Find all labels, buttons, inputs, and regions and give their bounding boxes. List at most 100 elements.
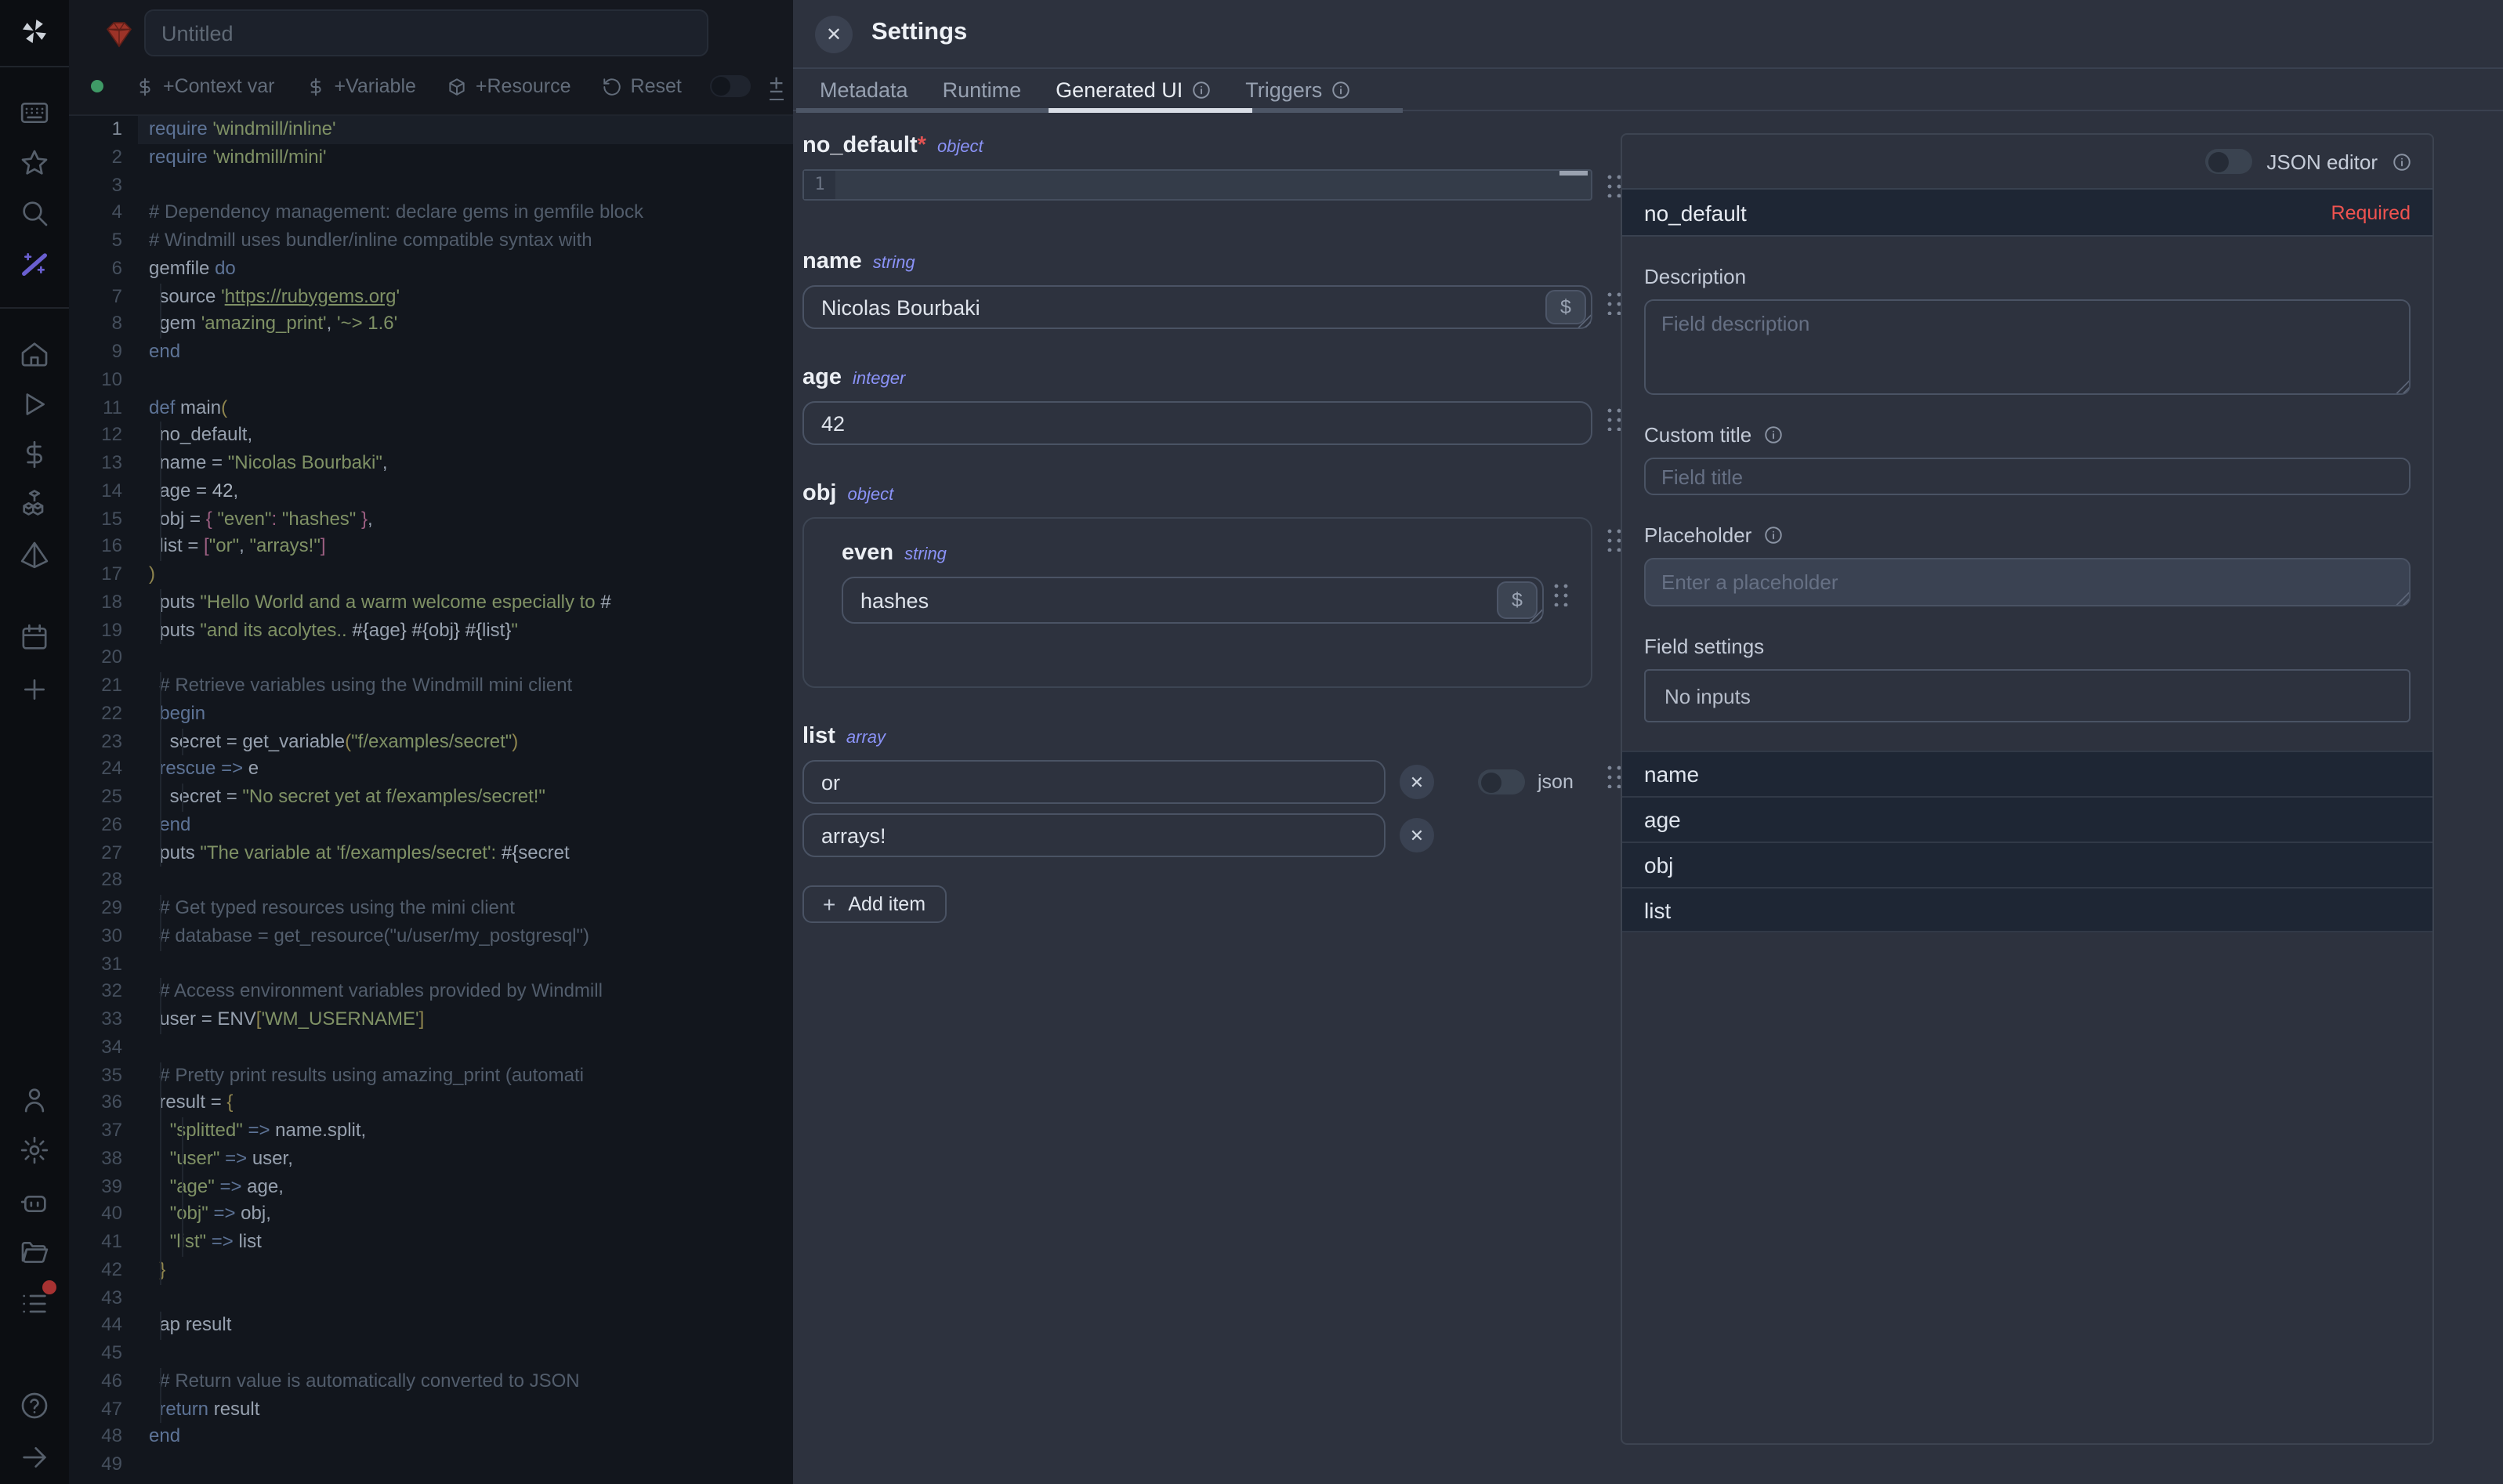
tab-metadata[interactable]: Metadata — [820, 78, 908, 101]
editor-scrollbar[interactable] — [1559, 171, 1588, 176]
code-line[interactable]: 14 age = 42, — [69, 478, 793, 506]
code-line[interactable]: 13 name = "Nicolas Bourbaki", — [69, 450, 793, 478]
folder-icon[interactable] — [19, 1236, 50, 1268]
code-line[interactable]: 6gemfile do — [69, 255, 793, 284]
user-icon[interactable] — [19, 1084, 50, 1116]
add-resource-button[interactable]: +Resource — [447, 75, 571, 97]
remove-item-icon[interactable]: ✕ — [1400, 765, 1434, 799]
drag-handle-icon[interactable] — [1605, 763, 1622, 788]
code-line[interactable]: 31 — [69, 950, 793, 979]
panel-field-row[interactable]: age — [1622, 796, 2432, 842]
magic-wand-icon[interactable] — [19, 248, 50, 279]
bot-icon[interactable] — [19, 1186, 50, 1218]
home-icon[interactable] — [19, 338, 50, 370]
search-icon[interactable] — [19, 197, 50, 229]
code-line[interactable]: 15 obj = { "even": "hashes" }, — [69, 505, 793, 534]
code-line[interactable]: 44 ap result — [69, 1312, 793, 1341]
code-line[interactable]: 26 end — [69, 812, 793, 840]
code-line[interactable]: 17) — [69, 561, 793, 589]
code-line[interactable]: 19 puts "and its acolytes.. #{age} #{obj… — [69, 617, 793, 645]
placeholder-textarea[interactable] — [1644, 558, 2411, 606]
code-line[interactable]: 23 secret = get_variable("f/examples/sec… — [69, 728, 793, 756]
code-line[interactable]: 46 # Return value is automatically conve… — [69, 1368, 793, 1396]
code-line[interactable]: 8 gem 'amazing_print', '~> 1.6' — [69, 311, 793, 339]
code-line[interactable]: 24 rescue => e — [69, 756, 793, 784]
json-mode-toggle[interactable] — [1478, 769, 1525, 794]
keyboard-icon[interactable] — [19, 97, 50, 128]
play-icon[interactable] — [19, 389, 50, 420]
no-default-json-editor[interactable]: 1 — [802, 169, 1592, 201]
code-line[interactable]: 1require 'windmill/inline' — [69, 116, 793, 144]
code-line[interactable]: 43 — [69, 1284, 793, 1312]
add-context-var-button[interactable]: +Context var — [135, 75, 274, 97]
pyramid-icon[interactable] — [19, 539, 50, 570]
code-line[interactable]: 39 "age" => age, — [69, 1173, 793, 1201]
code-line[interactable]: 47 return result — [69, 1395, 793, 1424]
code-line[interactable]: 41 "list" => list — [69, 1229, 793, 1257]
script-title-input[interactable] — [144, 9, 708, 56]
settings-gear-icon[interactable] — [19, 1135, 50, 1166]
code-line[interactable]: 33 user = ENV['WM_USERNAME'] — [69, 1006, 793, 1034]
code-line[interactable]: 4# Dependency management: declare gems i… — [69, 200, 793, 228]
dollar-icon[interactable] — [19, 439, 50, 470]
code-line[interactable]: 9end — [69, 338, 793, 367]
age-input[interactable] — [802, 401, 1592, 445]
arrow-right-icon[interactable] — [19, 1442, 50, 1473]
dollar-insert-button[interactable]: $ — [1497, 581, 1538, 619]
code-line[interactable]: 30 # database = get_resource("u/user/my_… — [69, 923, 793, 951]
calendar-icon[interactable] — [19, 622, 50, 653]
code-line[interactable]: 34 — [69, 1034, 793, 1062]
add-variable-button[interactable]: +Variable — [306, 75, 415, 97]
drag-handle-icon[interactable] — [1605, 290, 1622, 315]
code-line[interactable]: 42 } — [69, 1257, 793, 1285]
name-input[interactable] — [802, 285, 1592, 329]
code-line[interactable]: 27 puts "The variable at 'f/examples/sec… — [69, 839, 793, 867]
plus-icon[interactable] — [19, 674, 50, 705]
code-line[interactable]: 10 — [69, 367, 793, 395]
boxes-icon[interactable] — [19, 489, 50, 520]
list-item-input[interactable] — [802, 813, 1386, 857]
code-line[interactable]: 11def main( — [69, 394, 793, 422]
code-line[interactable]: 7 source 'https://rubygems.org' — [69, 283, 793, 311]
tab-triggers[interactable]: Triggers — [1245, 78, 1350, 101]
add-item-button[interactable]: + Add item — [802, 885, 946, 923]
code-line[interactable]: 25 secret = "No secret yet at f/examples… — [69, 784, 793, 812]
selected-field-header[interactable]: no_default Required — [1622, 188, 2432, 237]
drag-handle-icon[interactable] — [1605, 172, 1622, 197]
code-line[interactable]: 45 — [69, 1340, 793, 1368]
panel-field-row[interactable]: list — [1622, 887, 2432, 932]
tab-runtime[interactable]: Runtime — [943, 78, 1022, 101]
reset-button[interactable]: Reset — [603, 75, 682, 97]
code-line[interactable]: 32 # Access environment variables provid… — [69, 979, 793, 1007]
code-line[interactable]: 18 puts "Hello World and a warm welcome … — [69, 589, 793, 617]
dollar-insert-button[interactable]: $ — [1545, 290, 1586, 324]
drag-handle-icon[interactable] — [1552, 581, 1569, 606]
code-line[interactable]: 38 "user" => user, — [69, 1146, 793, 1174]
code-line[interactable]: 22 begin — [69, 700, 793, 729]
custom-title-input[interactable] — [1644, 458, 2411, 495]
code-line[interactable]: 40 "obj" => obj, — [69, 1201, 793, 1229]
code-line[interactable]: 29 # Get typed resources using the mini … — [69, 895, 793, 923]
close-icon[interactable]: ✕ — [815, 16, 853, 53]
code-line[interactable]: 35 # Pretty print results using amazing_… — [69, 1062, 793, 1090]
code-line[interactable]: 5# Windmill uses bundler/inline compatib… — [69, 227, 793, 255]
editor-toggle[interactable] — [710, 75, 751, 97]
code-line[interactable]: 20 — [69, 645, 793, 673]
code-line[interactable]: 12 no_default, — [69, 422, 793, 451]
panel-field-row[interactable]: name — [1622, 751, 2432, 796]
remove-item-icon[interactable]: ✕ — [1400, 818, 1434, 852]
list-icon[interactable] — [19, 1288, 50, 1319]
code-line[interactable]: 3 — [69, 172, 793, 200]
tab-generated-ui[interactable]: Generated UI — [1056, 78, 1211, 101]
code-line[interactable]: 28 — [69, 867, 793, 896]
drag-handle-icon[interactable] — [1605, 527, 1622, 552]
windmill-logo-icon[interactable] — [19, 16, 50, 47]
json-editor-toggle[interactable] — [2205, 149, 2252, 174]
drag-handle-icon[interactable] — [1605, 406, 1622, 431]
code-line[interactable]: 16 list = ["or", "arrays!"] — [69, 534, 793, 562]
code-editor[interactable]: 1require 'windmill/inline'2require 'wind… — [69, 116, 793, 1484]
code-line[interactable]: 36 result = { — [69, 1090, 793, 1118]
panel-field-row[interactable]: obj — [1622, 842, 2432, 887]
code-line[interactable]: 48end — [69, 1424, 793, 1452]
description-textarea[interactable] — [1644, 299, 2411, 395]
